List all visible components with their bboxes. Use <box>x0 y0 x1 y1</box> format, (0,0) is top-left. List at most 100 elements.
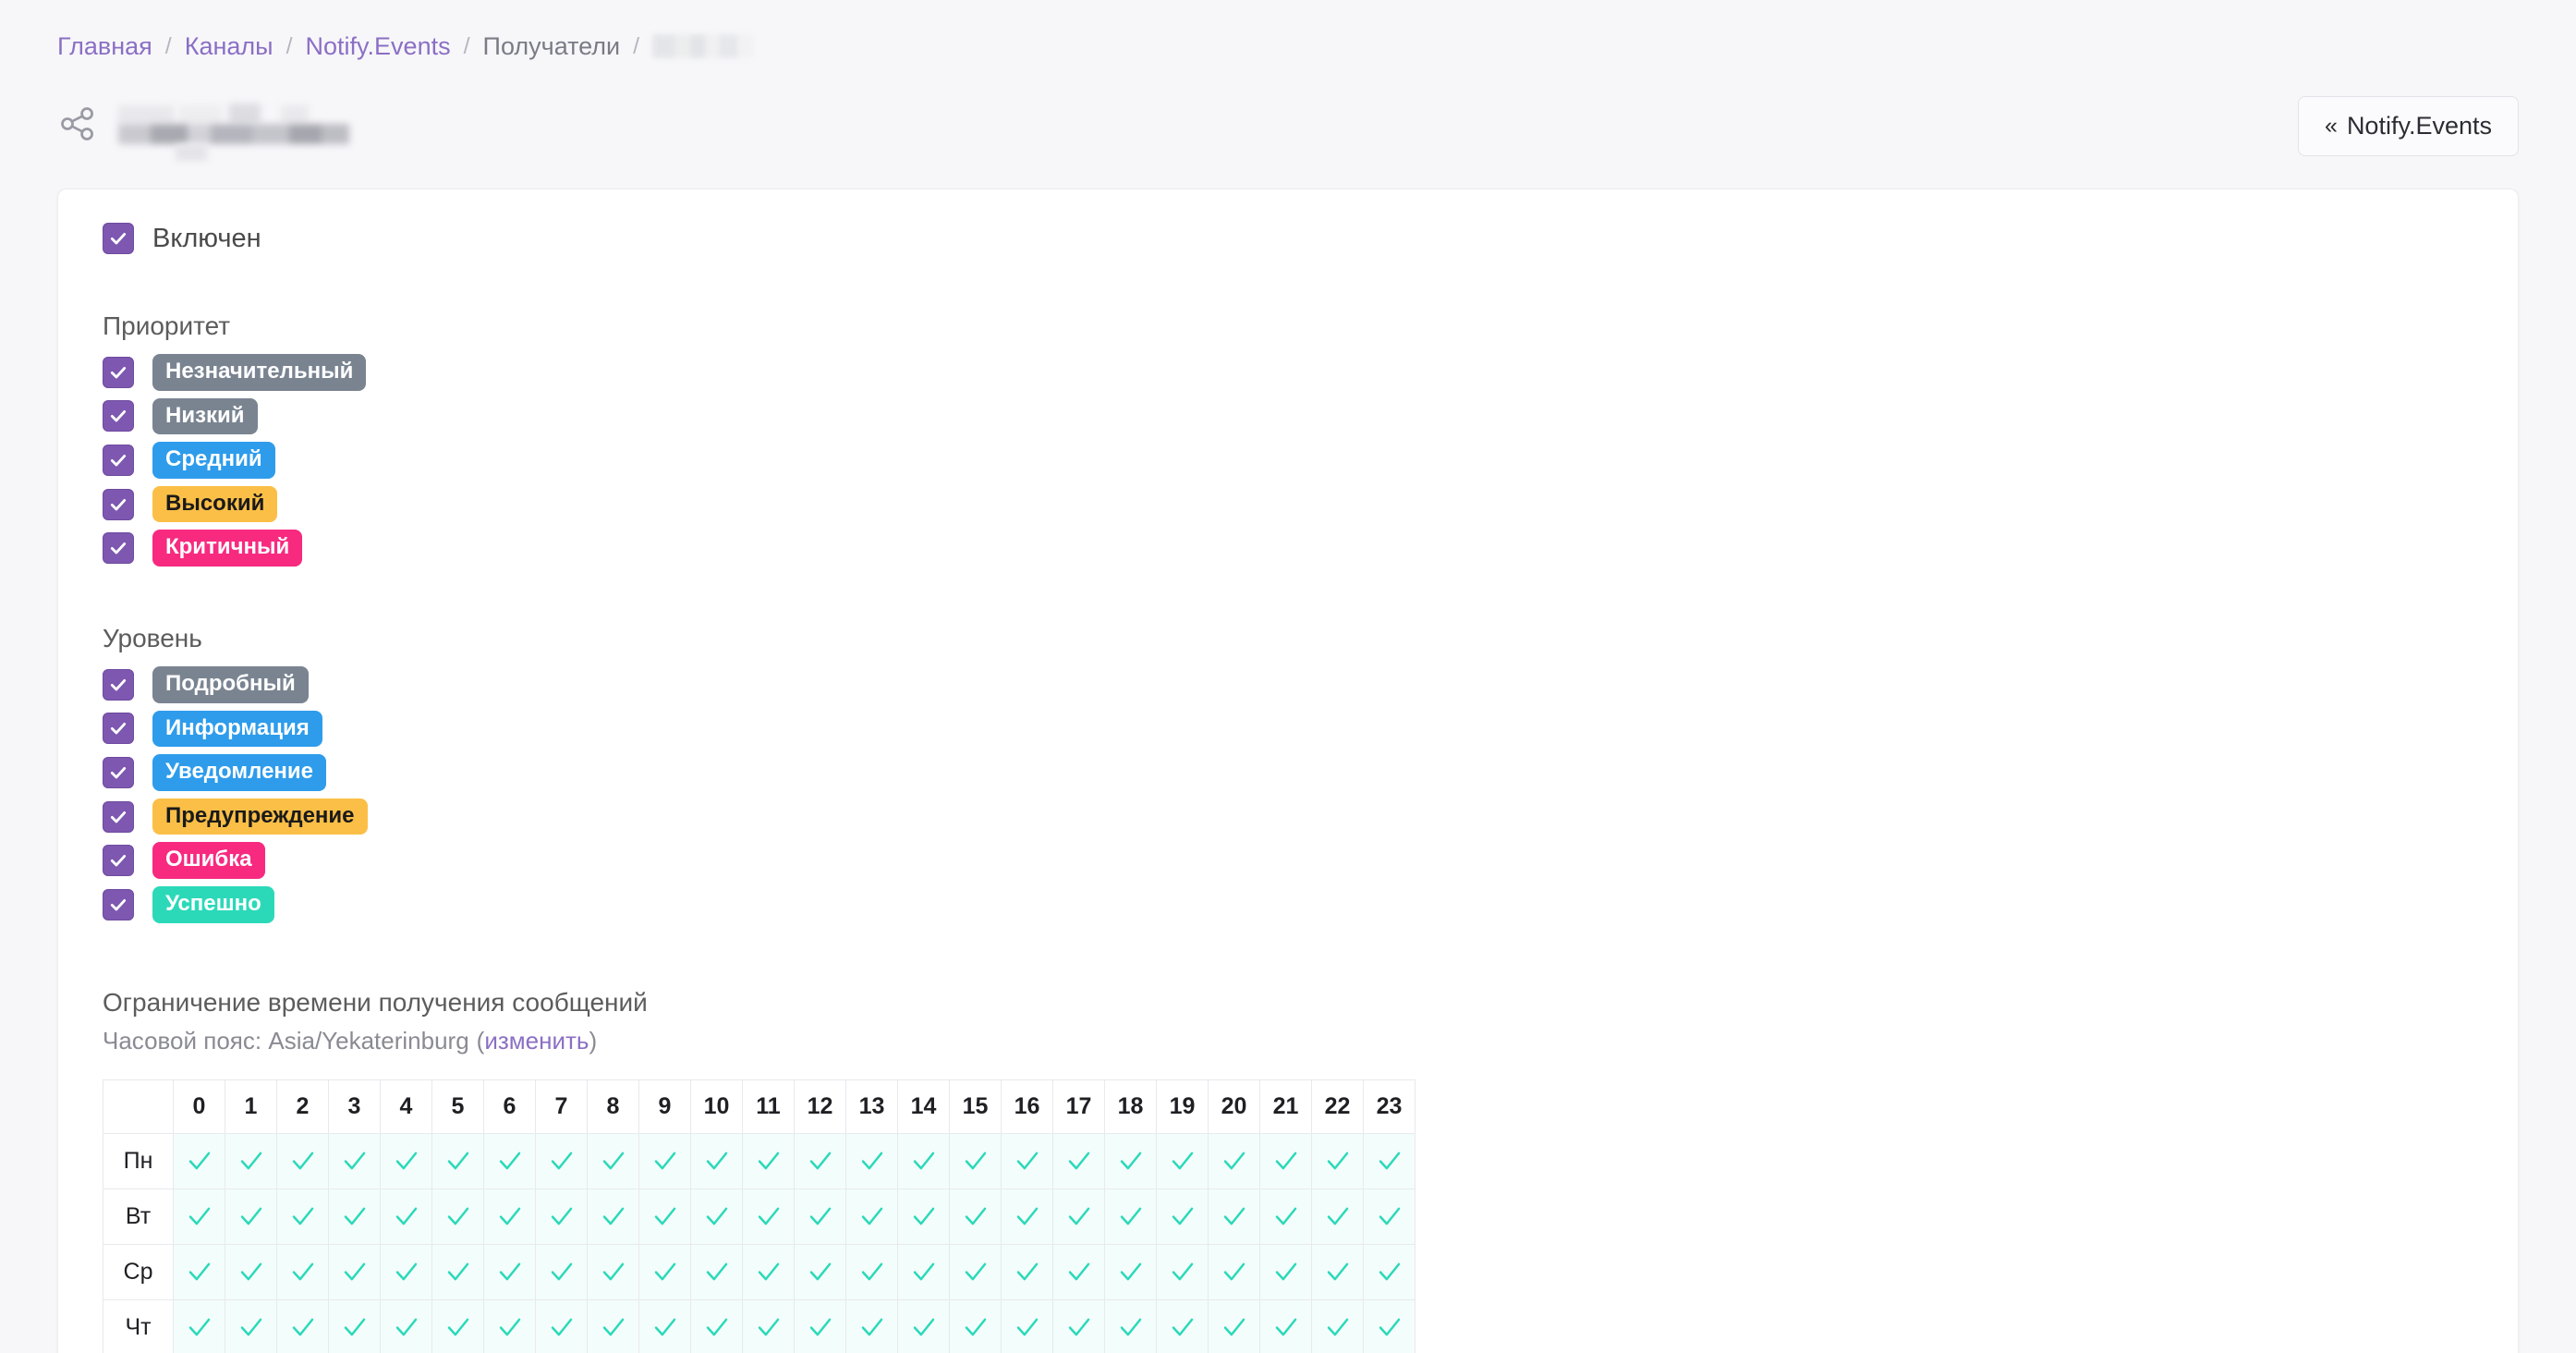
hour-header-1[interactable]: 1 <box>225 1079 277 1134</box>
hour-header-12[interactable]: 12 <box>794 1079 846 1134</box>
hour-cell-Пн-16[interactable] <box>1001 1132 1053 1189</box>
hour-header-14[interactable]: 14 <box>897 1079 950 1134</box>
breadcrumb-item-3[interactable]: Notify.Events <box>306 33 451 59</box>
hour-cell-Чт-6[interactable] <box>483 1298 536 1353</box>
hour-cell-Чт-8[interactable] <box>587 1298 639 1353</box>
hour-cell-Вт-2[interactable] <box>276 1188 329 1245</box>
hour-header-8[interactable]: 8 <box>587 1079 639 1134</box>
day-label-Ср[interactable]: Ср <box>103 1243 174 1300</box>
hour-cell-Ср-4[interactable] <box>380 1243 432 1300</box>
hour-cell-Вт-6[interactable] <box>483 1188 536 1245</box>
level-checkbox-2[interactable] <box>103 756 134 788</box>
hour-cell-Ср-1[interactable] <box>225 1243 277 1300</box>
level-row[interactable]: Подробный <box>103 665 2473 703</box>
hour-cell-Чт-9[interactable] <box>638 1298 691 1353</box>
hour-header-0[interactable]: 0 <box>173 1079 225 1134</box>
hour-cell-Вт-0[interactable] <box>173 1188 225 1245</box>
hour-cell-Ср-19[interactable] <box>1156 1243 1209 1300</box>
hour-cell-Ср-22[interactable] <box>1311 1243 1364 1300</box>
hour-cell-Пн-7[interactable] <box>535 1132 588 1189</box>
hour-cell-Пн-12[interactable] <box>794 1132 846 1189</box>
level-checkbox-5[interactable] <box>103 888 134 920</box>
hour-cell-Ср-3[interactable] <box>328 1243 381 1300</box>
hour-header-7[interactable]: 7 <box>535 1079 588 1134</box>
hour-cell-Чт-4[interactable] <box>380 1298 432 1353</box>
hour-cell-Пн-19[interactable] <box>1156 1132 1209 1189</box>
hour-header-13[interactable]: 13 <box>845 1079 898 1134</box>
level-row[interactable]: Ошибка <box>103 842 2473 879</box>
hour-cell-Чт-5[interactable] <box>431 1298 484 1353</box>
hour-cell-Пн-1[interactable] <box>225 1132 277 1189</box>
hour-cell-Ср-13[interactable] <box>845 1243 898 1300</box>
hour-header-10[interactable]: 10 <box>690 1079 743 1134</box>
hour-cell-Вт-21[interactable] <box>1259 1188 1312 1245</box>
level-row[interactable]: Предупреждение <box>103 798 2473 835</box>
enabled-row[interactable]: Включен <box>103 223 2473 254</box>
hour-cell-Пн-11[interactable] <box>742 1132 795 1189</box>
priority-checkbox-1[interactable] <box>103 400 134 433</box>
hour-cell-Чт-2[interactable] <box>276 1298 329 1353</box>
hour-header-22[interactable]: 22 <box>1311 1079 1364 1134</box>
hour-cell-Вт-3[interactable] <box>328 1188 381 1245</box>
hour-cell-Чт-7[interactable] <box>535 1298 588 1353</box>
level-checkbox-0[interactable] <box>103 668 134 701</box>
priority-row[interactable]: Критичный <box>103 530 2473 567</box>
priority-checkbox-4[interactable] <box>103 532 134 565</box>
hour-cell-Чт-0[interactable] <box>173 1298 225 1353</box>
back-to-channel-button[interactable]: « Notify.Events <box>2298 95 2519 156</box>
hour-cell-Чт-13[interactable] <box>845 1298 898 1353</box>
hour-cell-Вт-7[interactable] <box>535 1188 588 1245</box>
hour-cell-Ср-6[interactable] <box>483 1243 536 1300</box>
hour-header-18[interactable]: 18 <box>1104 1079 1157 1134</box>
hour-cell-Ср-0[interactable] <box>173 1243 225 1300</box>
hour-cell-Чт-20[interactable] <box>1208 1298 1260 1353</box>
hour-cell-Чт-17[interactable] <box>1052 1298 1105 1353</box>
hour-cell-Чт-23[interactable] <box>1363 1298 1416 1353</box>
level-checkbox-4[interactable] <box>103 845 134 877</box>
hour-header-2[interactable]: 2 <box>276 1079 329 1134</box>
hour-header-9[interactable]: 9 <box>638 1079 691 1134</box>
breadcrumb-item-2[interactable]: Каналы <box>185 33 273 59</box>
hour-cell-Вт-9[interactable] <box>638 1188 691 1245</box>
hour-cell-Чт-18[interactable] <box>1104 1298 1157 1353</box>
hour-cell-Чт-1[interactable] <box>225 1298 277 1353</box>
hour-cell-Вт-10[interactable] <box>690 1188 743 1245</box>
breadcrumb-item-1[interactable]: Главная <box>57 33 152 59</box>
hour-cell-Вт-20[interactable] <box>1208 1188 1260 1245</box>
hour-header-20[interactable]: 20 <box>1208 1079 1260 1134</box>
hour-cell-Пн-8[interactable] <box>587 1132 639 1189</box>
hour-cell-Пн-9[interactable] <box>638 1132 691 1189</box>
level-checkbox-1[interactable] <box>103 713 134 745</box>
level-row[interactable]: Информация <box>103 710 2473 748</box>
hour-cell-Вт-19[interactable] <box>1156 1188 1209 1245</box>
hour-cell-Вт-15[interactable] <box>949 1188 1002 1245</box>
hour-cell-Чт-3[interactable] <box>328 1298 381 1353</box>
hour-cell-Ср-23[interactable] <box>1363 1243 1416 1300</box>
priority-row[interactable]: Низкий <box>103 397 2473 435</box>
hour-cell-Чт-14[interactable] <box>897 1298 950 1353</box>
hour-cell-Вт-14[interactable] <box>897 1188 950 1245</box>
hour-cell-Ср-9[interactable] <box>638 1243 691 1300</box>
day-label-Чт[interactable]: Чт <box>103 1298 174 1353</box>
level-row[interactable]: Успешно <box>103 885 2473 923</box>
hours-grid[interactable]: 0 1 2 3 4 5 6 7 8 9 10 11 12 13 14 15 16 17 18 19 20 21 22 23 П… <box>103 1079 1416 1353</box>
hour-cell-Пн-3[interactable] <box>328 1132 381 1189</box>
hour-cell-Ср-11[interactable] <box>742 1243 795 1300</box>
hour-cell-Пн-23[interactable] <box>1363 1132 1416 1189</box>
hour-cell-Вт-23[interactable] <box>1363 1188 1416 1245</box>
hour-cell-Пн-20[interactable] <box>1208 1132 1260 1189</box>
hour-cell-Вт-8[interactable] <box>587 1188 639 1245</box>
hour-cell-Чт-16[interactable] <box>1001 1298 1053 1353</box>
hour-header-23[interactable]: 23 <box>1363 1079 1416 1134</box>
hour-cell-Чт-19[interactable] <box>1156 1298 1209 1353</box>
hour-cell-Пн-4[interactable] <box>380 1132 432 1189</box>
hour-cell-Вт-17[interactable] <box>1052 1188 1105 1245</box>
hour-cell-Вт-11[interactable] <box>742 1188 795 1245</box>
hour-cell-Ср-12[interactable] <box>794 1243 846 1300</box>
hour-cell-Вт-12[interactable] <box>794 1188 846 1245</box>
hour-cell-Вт-5[interactable] <box>431 1188 484 1245</box>
hour-cell-Чт-11[interactable] <box>742 1298 795 1353</box>
change-timezone-link[interactable]: изменить <box>484 1027 589 1054</box>
hour-cell-Вт-16[interactable] <box>1001 1188 1053 1245</box>
hour-cell-Ср-15[interactable] <box>949 1243 1002 1300</box>
